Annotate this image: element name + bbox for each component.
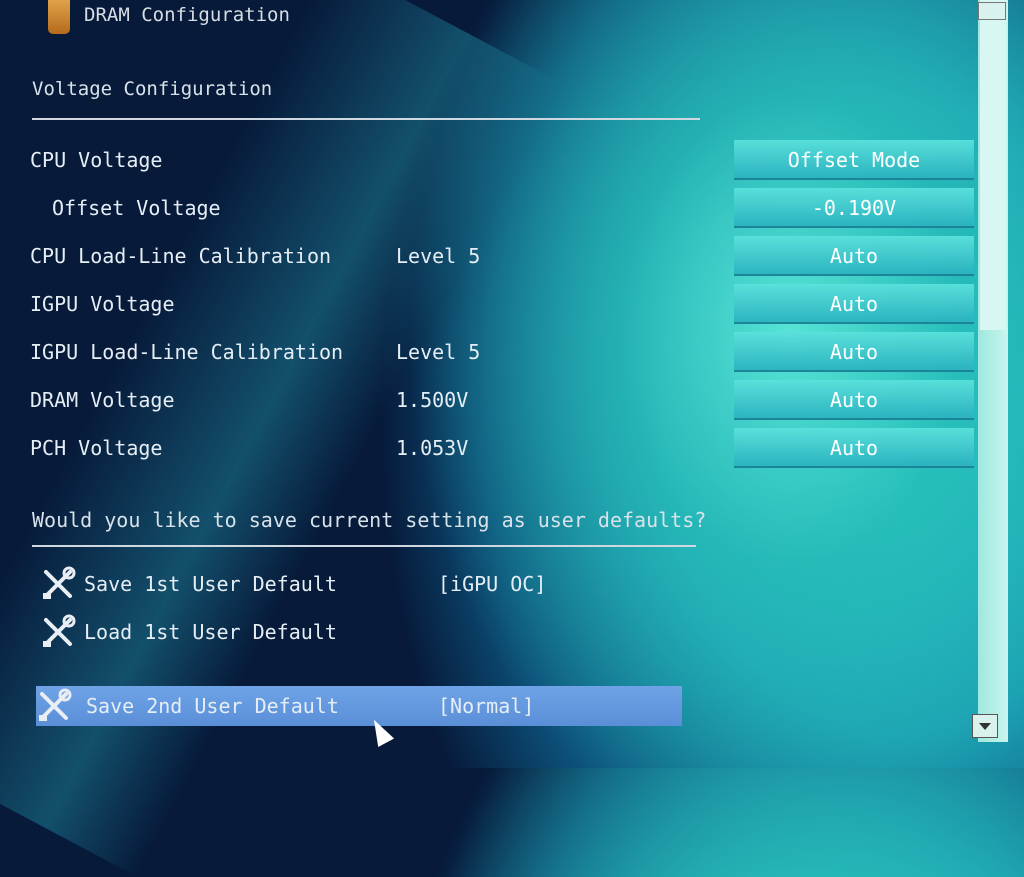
wrench-screwdriver-icon — [39, 688, 72, 721]
setting-label: CPU Load-Line Calibration — [30, 244, 332, 268]
section-divider — [32, 118, 700, 120]
setting-label: Offset Voltage — [52, 196, 221, 220]
wrench-screwdriver-icon — [43, 614, 76, 647]
wrench-screwdriver-icon — [43, 566, 76, 599]
voltage-section-title: Voltage Configuration — [32, 78, 273, 100]
setting-value-button[interactable]: Offset Mode — [734, 140, 974, 180]
save-2nd-user-default[interactable]: Save 2nd User Default [Normal] — [36, 686, 682, 726]
dram-config-icon — [48, 0, 70, 34]
setting-row-cpu-llc[interactable]: CPU Load-Line Calibration Level 5 Auto — [30, 236, 974, 278]
setting-row-cpu-voltage[interactable]: CPU Voltage Offset Mode — [30, 140, 974, 182]
user-defaults-prompt: Would you like to save current setting a… — [32, 508, 707, 532]
setting-label: PCH Voltage — [30, 436, 163, 460]
setting-row-pch-voltage[interactable]: PCH Voltage 1.053V Auto — [30, 428, 974, 470]
scrollbar-thumb[interactable] — [980, 0, 1006, 330]
setting-row-igpu-llc[interactable]: IGPU Load-Line Calibration Level 5 Auto — [30, 332, 974, 374]
setting-value-button[interactable]: Auto — [734, 284, 974, 324]
setting-value-button[interactable]: Auto — [734, 428, 974, 468]
setting-current: Level 5 — [396, 244, 481, 268]
setting-row-offset-voltage[interactable]: Offset Voltage -0.190V — [30, 188, 974, 230]
option-tag: [iGPU OC] — [438, 572, 547, 596]
option-label: Save 1st User Default — [84, 572, 337, 596]
setting-label: IGPU Voltage — [30, 292, 175, 316]
setting-row-dram-voltage[interactable]: DRAM Voltage 1.500V Auto — [30, 380, 974, 422]
setting-value-button[interactable]: Auto — [734, 236, 974, 276]
option-tag: [Normal] — [438, 694, 535, 718]
page-title[interactable]: DRAM Configuration — [84, 4, 290, 26]
section-divider — [32, 545, 696, 547]
setting-label: CPU Voltage — [30, 148, 163, 172]
option-label: Load 1st User Default — [84, 620, 337, 644]
setting-value-field[interactable]: -0.190V — [734, 188, 974, 228]
setting-label: IGPU Load-Line Calibration — [30, 340, 344, 364]
setting-current: 1.053V — [396, 436, 469, 460]
scroll-up-icon[interactable] — [978, 2, 1006, 20]
option-label: Save 2nd User Default — [86, 694, 339, 718]
save-1st-user-default[interactable]: Save 1st User Default [iGPU OC] — [40, 564, 700, 604]
scroll-down-icon[interactable] — [972, 714, 998, 738]
setting-current: Level 5 — [396, 340, 481, 364]
setting-label: DRAM Voltage — [30, 388, 175, 412]
setting-value-button[interactable]: Auto — [734, 332, 974, 372]
setting-current: 1.500V — [396, 388, 469, 412]
setting-row-igpu-voltage[interactable]: IGPU Voltage Auto — [30, 284, 974, 326]
load-1st-user-default[interactable]: Load 1st User Default — [40, 612, 700, 652]
setting-value-button[interactable]: Auto — [734, 380, 974, 420]
